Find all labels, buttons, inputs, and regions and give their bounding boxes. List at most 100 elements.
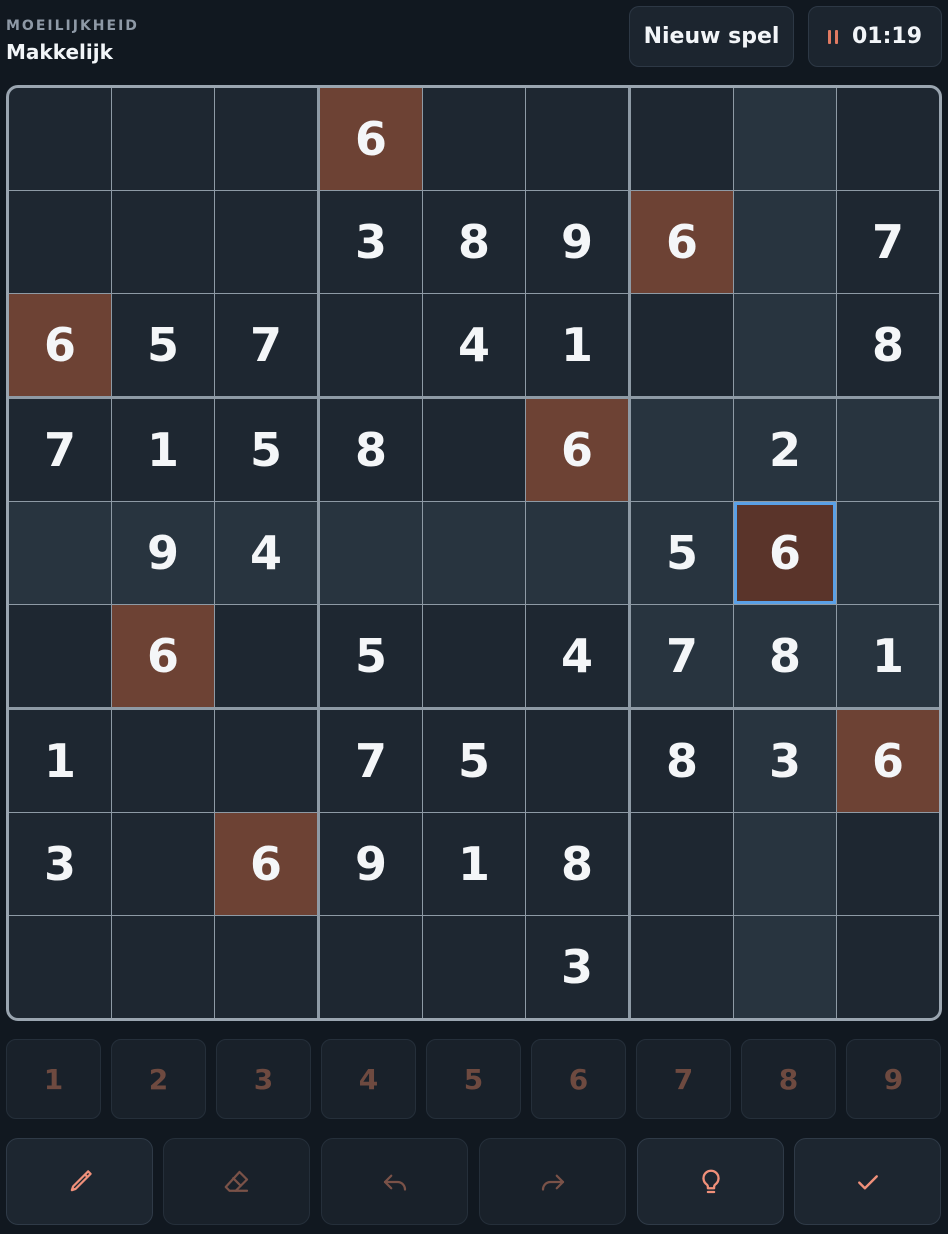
cell-r8-c5[interactable]: 1 <box>423 813 525 915</box>
redo-icon <box>541 1174 564 1191</box>
cell-r4-c2[interactable]: 1 <box>112 399 214 501</box>
cell-r5-c1[interactable] <box>9 502 111 604</box>
cell-r2-c4[interactable]: 3 <box>320 191 422 293</box>
cell-r6-c1[interactable] <box>9 605 111 707</box>
cell-r4-c5[interactable] <box>423 399 525 501</box>
cell-r8-c8[interactable] <box>734 813 836 915</box>
cell-r7-c6[interactable] <box>526 710 628 812</box>
cell-r3-c9[interactable]: 8 <box>837 294 939 396</box>
cell-r6-c5[interactable] <box>423 605 525 707</box>
cell-r9-c7[interactable] <box>631 916 733 1018</box>
numpad-key-2[interactable]: 2 <box>111 1039 206 1119</box>
cell-r6-c2[interactable]: 6 <box>112 605 214 707</box>
cell-r6-c9[interactable]: 1 <box>837 605 939 707</box>
cell-r5-c2[interactable]: 9 <box>112 502 214 604</box>
cell-r8-c1[interactable]: 3 <box>9 813 111 915</box>
cell-r5-c8[interactable]: 6 <box>734 502 836 604</box>
cell-r5-c9[interactable] <box>837 502 939 604</box>
cell-r3-c3[interactable]: 7 <box>215 294 317 396</box>
cell-r3-c8[interactable] <box>734 294 836 396</box>
cell-r9-c5[interactable] <box>423 916 525 1018</box>
cell-r1-c9[interactable] <box>837 88 939 190</box>
cell-r1-c1[interactable] <box>9 88 111 190</box>
cell-r9-c2[interactable] <box>112 916 214 1018</box>
numpad-key-1[interactable]: 1 <box>6 1039 101 1119</box>
numpad-key-3[interactable]: 3 <box>216 1039 311 1119</box>
cell-r3-c6[interactable]: 1 <box>526 294 628 396</box>
cell-r5-c4[interactable] <box>320 502 422 604</box>
cell-r3-c2[interactable]: 5 <box>112 294 214 396</box>
numpad-key-5[interactable]: 5 <box>426 1039 521 1119</box>
cell-r8-c9[interactable] <box>837 813 939 915</box>
cell-r5-c5[interactable] <box>423 502 525 604</box>
cell-r4-c8[interactable]: 2 <box>734 399 836 501</box>
numpad-key-7[interactable]: 7 <box>636 1039 731 1119</box>
pencil-button[interactable] <box>6 1138 153 1225</box>
cell-r8-c4[interactable]: 9 <box>320 813 422 915</box>
cell-r3-c1[interactable]: 6 <box>9 294 111 396</box>
cell-r4-c9[interactable] <box>837 399 939 501</box>
cell-r1-c3[interactable] <box>215 88 317 190</box>
cell-r2-c3[interactable] <box>215 191 317 293</box>
check-button[interactable] <box>794 1138 941 1225</box>
cell-r4-c3[interactable]: 5 <box>215 399 317 501</box>
cell-r7-c1[interactable]: 1 <box>9 710 111 812</box>
cell-r5-c7[interactable]: 5 <box>631 502 733 604</box>
numpad-key-6[interactable]: 6 <box>531 1039 626 1119</box>
undo-button[interactable] <box>321 1138 468 1225</box>
new-game-button[interactable]: Nieuw spel <box>629 6 794 67</box>
cell-r5-c3[interactable]: 4 <box>215 502 317 604</box>
cell-r3-c7[interactable] <box>631 294 733 396</box>
cell-r7-c7[interactable]: 8 <box>631 710 733 812</box>
cell-r7-c8[interactable]: 3 <box>734 710 836 812</box>
cell-r7-c5[interactable]: 5 <box>423 710 525 812</box>
cell-r7-c3[interactable] <box>215 710 317 812</box>
cell-r8-c3[interactable]: 6 <box>215 813 317 915</box>
cell-r6-c4[interactable]: 5 <box>320 605 422 707</box>
cell-r6-c6[interactable]: 4 <box>526 605 628 707</box>
cell-r9-c4[interactable] <box>320 916 422 1018</box>
cell-r2-c7[interactable]: 6 <box>631 191 733 293</box>
cell-r1-c7[interactable] <box>631 88 733 190</box>
cell-r2-c5[interactable]: 8 <box>423 191 525 293</box>
cell-r4-c7[interactable] <box>631 399 733 501</box>
cell-r7-c2[interactable] <box>112 710 214 812</box>
cell-r8-c2[interactable] <box>112 813 214 915</box>
cell-r2-c1[interactable] <box>9 191 111 293</box>
cell-r2-c9[interactable]: 7 <box>837 191 939 293</box>
cell-r9-c9[interactable] <box>837 916 939 1018</box>
cell-r3-c4[interactable] <box>320 294 422 396</box>
cell-r6-c3[interactable] <box>215 605 317 707</box>
cell-r4-c1[interactable]: 7 <box>9 399 111 501</box>
cell-r9-c6[interactable]: 3 <box>526 916 628 1018</box>
cell-r1-c6[interactable] <box>526 88 628 190</box>
numpad-key-9[interactable]: 9 <box>846 1039 941 1119</box>
cell-r4-c6[interactable]: 6 <box>526 399 628 501</box>
cell-r4-c4[interactable]: 8 <box>320 399 422 501</box>
cell-r7-c9[interactable]: 6 <box>837 710 939 812</box>
cell-r2-c8[interactable] <box>734 191 836 293</box>
cell-r7-c4[interactable]: 7 <box>320 710 422 812</box>
cell-r9-c1[interactable] <box>9 916 111 1018</box>
cell-r6-c7[interactable]: 7 <box>631 605 733 707</box>
cell-r5-c6[interactable] <box>526 502 628 604</box>
cell-r2-c6[interactable]: 9 <box>526 191 628 293</box>
cell-r1-c4[interactable]: 6 <box>320 88 422 190</box>
erase-button[interactable] <box>163 1138 310 1225</box>
cell-r8-c7[interactable] <box>631 813 733 915</box>
numpad-key-8[interactable]: 8 <box>741 1039 836 1119</box>
cell-r8-c6[interactable]: 8 <box>526 813 628 915</box>
cell-r9-c8[interactable] <box>734 916 836 1018</box>
redo-button[interactable] <box>479 1138 626 1225</box>
cell-r6-c8[interactable]: 8 <box>734 605 836 707</box>
cell-r1-c8[interactable] <box>734 88 836 190</box>
cell-r3-c5[interactable]: 4 <box>423 294 525 396</box>
hint-button[interactable] <box>637 1138 784 1225</box>
cell-r1-c2[interactable] <box>112 88 214 190</box>
difficulty-value[interactable]: Makkelijk <box>6 40 113 64</box>
cell-r9-c3[interactable] <box>215 916 317 1018</box>
timer-button[interactable]: 01:19 <box>808 6 942 67</box>
cell-r1-c5[interactable] <box>423 88 525 190</box>
numpad-key-4[interactable]: 4 <box>321 1039 416 1119</box>
cell-r2-c2[interactable] <box>112 191 214 293</box>
